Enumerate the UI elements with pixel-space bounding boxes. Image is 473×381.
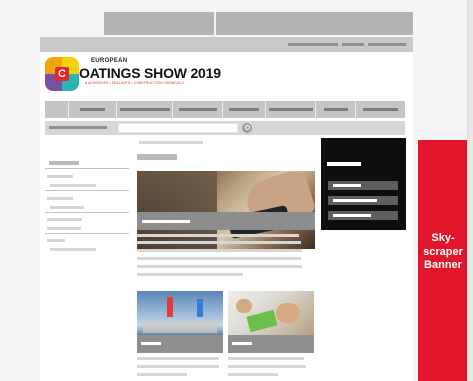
search-input[interactable] [118,123,238,133]
thumb-image-detail [167,297,173,317]
sidebar-row-label [333,184,361,187]
sidebar-box-row-3[interactable] [328,211,398,220]
hero-image-background [137,171,217,249]
sidebar-item[interactable] [47,239,65,242]
sidebar-item[interactable] [50,248,96,251]
logo-mark-icon: C [45,57,79,91]
nav-item-6[interactable] [266,101,316,118]
sidebar-item[interactable] [50,184,96,187]
main-nav [45,101,405,118]
sidebar-box [321,138,406,230]
utility-link-2[interactable] [342,43,364,46]
nav-item-8[interactable] [356,101,405,118]
utility-link-1[interactable] [288,43,338,46]
hero-image[interactable] [137,171,315,249]
utility-link-3[interactable] [368,43,406,46]
text-line [137,373,187,376]
site-logo[interactable]: C EUROPEAN OATINGS SHOW 2019 ● ADHESIVES… [45,54,221,92]
section-title-placeholder [137,154,177,160]
hero-caption-title [142,220,190,223]
text-line [228,373,278,376]
nav-item-7[interactable] [316,101,356,118]
text-line [137,265,302,268]
utility-bar [40,37,413,52]
skyscraper-banner[interactable]: Sky- scraper Banner [418,140,468,381]
thumb-image-detail [236,299,252,313]
nav-label-placeholder [229,108,259,111]
sidebar-item[interactable] [50,206,84,209]
thumb-caption-title [141,342,161,345]
nav-label-placeholder [80,108,105,111]
thumb-image-detail [246,309,278,333]
sidebar-row-label [333,199,377,202]
sidebar-item[interactable] [47,218,82,221]
divider [45,168,129,169]
divider [45,212,129,213]
hero-caption[interactable] [137,212,315,230]
nav-label-placeholder [363,108,398,111]
logo-tagline: ● ADHESIVES • SEALANTS • CONSTRUCTION CH… [85,81,184,85]
nav-item-4[interactable] [173,101,223,118]
nav-item-2[interactable] [69,101,117,118]
page: C EUROPEAN OATINGS SHOW 2019 ● ADHESIVES… [40,37,413,381]
sidebar-box-row-1[interactable] [328,181,398,190]
nav-label-placeholder [120,108,170,111]
nav-item-1[interactable] [45,101,69,118]
sidebar-item[interactable] [47,197,73,200]
text-line [137,365,219,368]
sidebar-box-row-2[interactable] [328,196,398,205]
text-line [137,234,299,237]
thumb-caption-1[interactable] [137,335,223,353]
divider [45,190,129,191]
text-line [137,273,243,276]
thumb-caption-title [232,342,252,345]
logo-main-text: OATINGS SHOW 2019 [79,65,221,81]
nav-label-placeholder [324,108,348,111]
text-line [228,365,306,368]
nav-item-3[interactable] [117,101,173,118]
nav-label-placeholder [179,108,217,111]
thumb-caption-2[interactable] [228,335,314,353]
text-line [137,257,301,260]
skyscraper-text: Sky- scraper Banner [418,232,468,273]
search-row [45,121,405,135]
nav-item-5[interactable] [223,101,266,118]
text-line [137,249,302,252]
scrollbar[interactable] [467,0,473,381]
top-banner-right[interactable] [216,12,413,35]
divider [45,233,129,234]
text-line [137,357,219,360]
skyscraper-line-1: Sky- [431,232,455,244]
sidebar-box-heading [327,162,361,166]
text-line [137,241,301,244]
thumb-image-detail [276,303,300,323]
thumb-image-detail [143,321,217,333]
mockup-stage: C EUROPEAN OATINGS SHOW 2019 ● ADHESIVES… [0,0,473,381]
search-icon[interactable] [242,123,252,133]
thumb-image-detail [197,299,203,317]
nav-label-placeholder [269,108,313,111]
skyscraper-line-3: Banner [424,259,462,271]
logo-mark-letter: C [55,67,69,81]
logo-small-text: EUROPEAN [91,58,128,64]
sidebar-item[interactable] [47,227,81,230]
skyscraper-line-2: scraper [423,245,463,258]
sidebar-row-label [333,214,371,217]
text-line [228,357,304,360]
breadcrumb-placeholder [139,141,203,144]
search-label-placeholder [49,126,107,129]
sidebar-heading-placeholder [49,161,79,165]
top-banner-left[interactable] [104,12,214,35]
sidebar-item[interactable] [47,175,73,178]
